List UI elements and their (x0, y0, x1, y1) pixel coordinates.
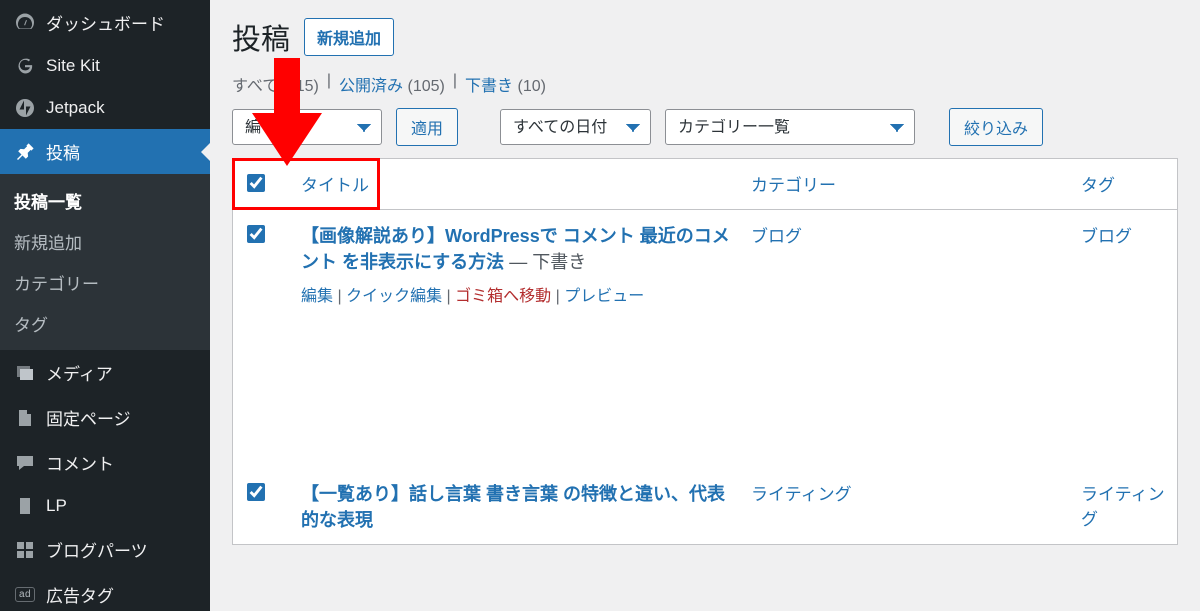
row-checkbox[interactable] (247, 225, 265, 243)
admin-sidebar: ダッシュボード Site Kit Jetpack 投稿 投稿一覧 新規追加 カテ… (0, 0, 210, 611)
sidebar-sub-all-posts[interactable]: 投稿一覧 (0, 180, 210, 221)
col-tag: タグ (1071, 159, 1178, 210)
apply-button[interactable]: 適用 (396, 108, 458, 146)
post-title-link[interactable]: 【画像解説あり】WordPressで コメント 最近のコメント を非表示にする方… (301, 226, 730, 272)
filter-draft-count: (10) (517, 78, 545, 95)
posts-table: タイトル カテゴリー タグ 【画像解説あり】WordPressで コメント 最近… (232, 158, 1178, 545)
filter-draft[interactable]: 下書き (465, 78, 513, 95)
page-icon (14, 407, 36, 429)
sidebar-submenu-posts: 投稿一覧 新規追加 カテゴリー タグ (0, 174, 210, 350)
filter-all-count: (115) (283, 78, 319, 95)
sidebar-label: 投稿 (46, 139, 80, 164)
page-title: 投稿 (232, 16, 290, 58)
row-checkbox[interactable] (247, 483, 265, 501)
sidebar-item-adtag[interactable]: ad 広告タグ (0, 572, 210, 611)
post-title-link[interactable]: 【一覧あり】話し言葉 書き言葉 の特徴と違い、代表的な表現 (301, 484, 725, 530)
sidebar-item-blogparts[interactable]: ブログパーツ (0, 527, 210, 572)
trash-link[interactable]: ゴミ箱へ移動 (455, 288, 551, 305)
sidebar-item-lp[interactable]: LP (0, 485, 210, 527)
category-link[interactable]: ライティング (751, 485, 852, 504)
sidebar-sub-add-new[interactable]: 新規追加 (0, 221, 210, 262)
sidebar-label: ダッシュボード (46, 10, 165, 35)
sidebar-label: Jetpack (46, 98, 105, 118)
sidebar-label: ブログパーツ (46, 537, 148, 562)
filter-button[interactable]: 絞り込み (949, 108, 1043, 146)
ad-icon: ad (14, 584, 36, 606)
filter-all-label[interactable]: すべて (232, 78, 278, 95)
sidebar-label: Site Kit (46, 56, 100, 76)
filter-published-count: (105) (408, 78, 445, 95)
main-content: 投稿 新規追加 すべて (115) | 公開済み (105) | 下書き (10… (210, 0, 1200, 611)
table-row (233, 318, 1178, 468)
grid-icon (14, 539, 36, 561)
sidebar-sub-tags[interactable]: タグ (0, 303, 210, 344)
jetpack-icon (14, 97, 36, 119)
date-filter-select[interactable]: すべての日付 (500, 109, 651, 145)
sidebar-label: LP (46, 496, 67, 516)
quickedit-link[interactable]: クイック編集 (346, 288, 442, 305)
preview-link[interactable]: プレビュー (564, 288, 644, 305)
sidebar-item-posts[interactable]: 投稿 (0, 129, 210, 174)
status-badge: — 下書き (504, 252, 586, 272)
sidebar-label: コメント (46, 450, 114, 475)
row-actions: 編集 | クイック編集 | ゴミ箱へ移動 | プレビュー (301, 282, 731, 306)
gauge-icon (14, 12, 36, 34)
sidebar-item-sitekit[interactable]: Site Kit (0, 45, 210, 87)
sidebar-item-jetpack[interactable]: Jetpack (0, 87, 210, 129)
sidebar-item-dashboard[interactable]: ダッシュボード (0, 0, 210, 45)
media-icon (14, 362, 36, 384)
sidebar-label: 広告タグ (46, 582, 114, 607)
pushpin-icon (14, 141, 36, 163)
table-row: 【画像解説あり】WordPressで コメント 最近のコメント を非表示にする方… (233, 210, 1178, 319)
tag-link[interactable]: ブログ (1081, 227, 1132, 246)
col-category: カテゴリー (741, 159, 1071, 210)
document-icon (14, 495, 36, 517)
add-new-button[interactable]: 新規追加 (304, 18, 394, 56)
filter-published[interactable]: 公開済み (339, 78, 403, 95)
col-title[interactable]: タイトル (291, 159, 741, 210)
sidebar-sub-categories[interactable]: カテゴリー (0, 262, 210, 303)
category-filter-select[interactable]: カテゴリー一覧 (665, 109, 915, 145)
sidebar-item-media[interactable]: メディア (0, 350, 210, 395)
edit-link[interactable]: 編集 (301, 288, 333, 305)
table-row: 【一覧あり】話し言葉 書き言葉 の特徴と違い、代表的な表現 ライティング ライテ… (233, 468, 1178, 545)
tag-link[interactable]: ライティング (1081, 485, 1165, 529)
sidebar-item-comments[interactable]: コメント (0, 440, 210, 485)
sidebar-label: 固定ページ (46, 405, 131, 430)
google-g-icon (14, 55, 36, 77)
category-link[interactable]: ブログ (751, 227, 802, 246)
select-all-checkbox[interactable] (247, 174, 265, 192)
sidebar-item-pages[interactable]: 固定ページ (0, 395, 210, 440)
sidebar-label: メディア (46, 360, 113, 385)
bulk-action-select[interactable]: 編 (232, 109, 382, 145)
status-filters: すべて (115) | 公開済み (105) | 下書き (10) (232, 72, 1178, 96)
comment-icon (14, 452, 36, 474)
